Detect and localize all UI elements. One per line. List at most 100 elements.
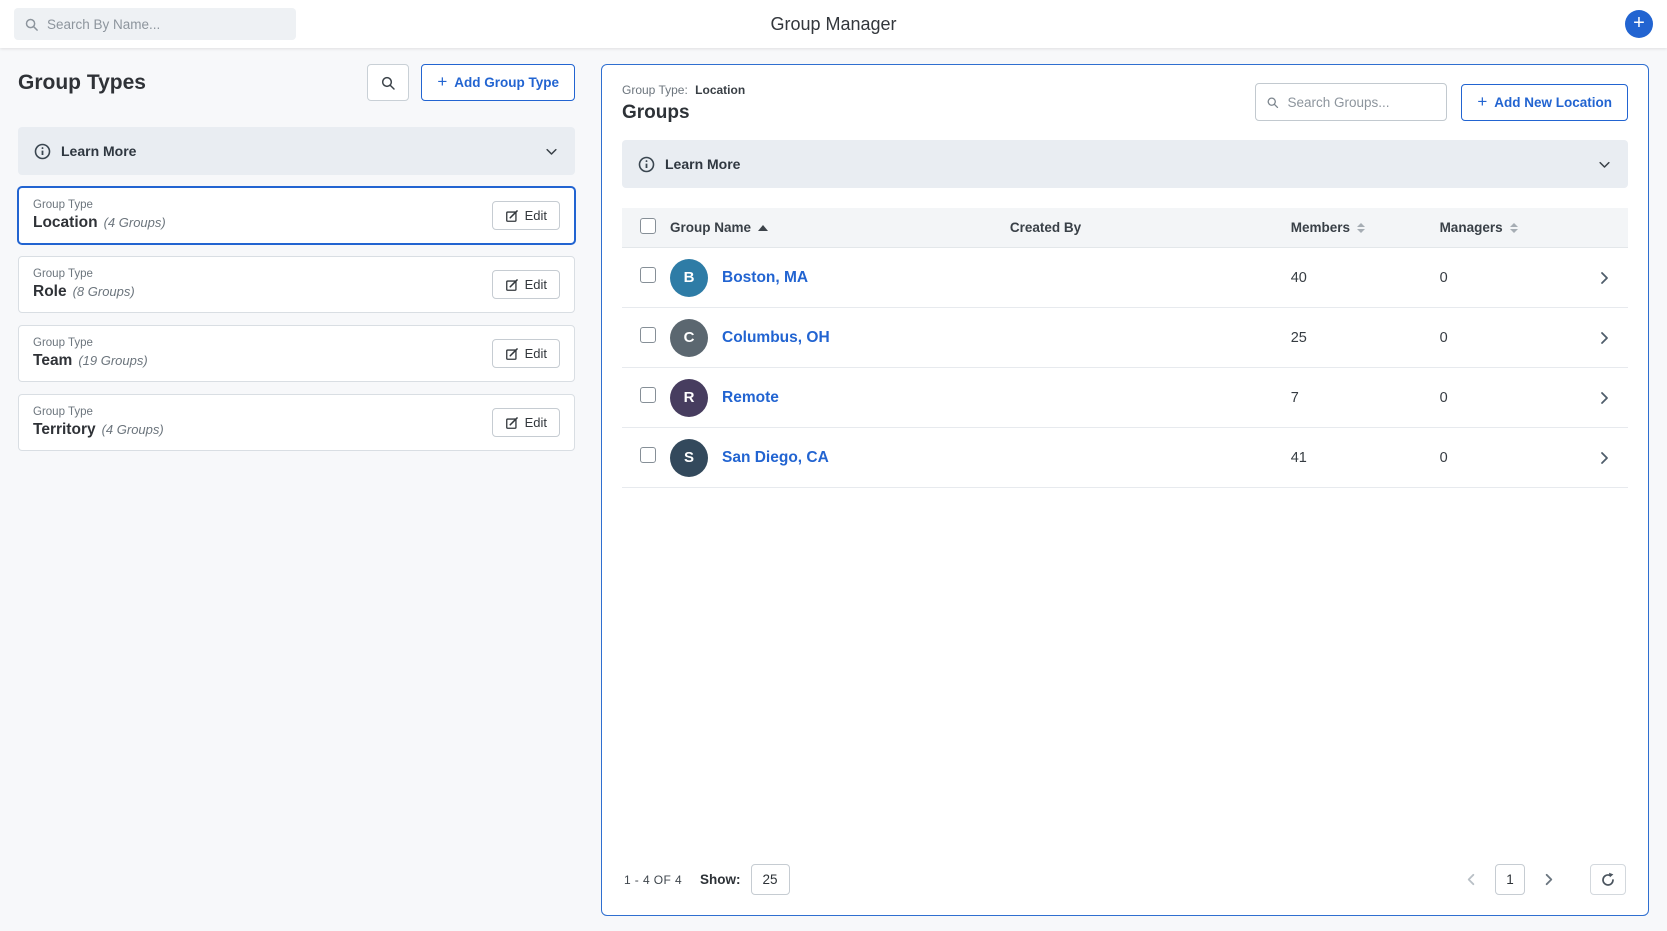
row-chevron-right-icon[interactable]: [1580, 270, 1628, 286]
table-header: Group Name Created By Members Managers: [622, 208, 1628, 248]
table-footer: 1 - 4 OF 4 Show: 25 1: [622, 850, 1628, 897]
top-bar: Group Manager +: [0, 0, 1667, 48]
add-group-type-button[interactable]: + Add Group Type: [421, 64, 575, 101]
sort-icon: [1357, 223, 1365, 233]
groups-title: Groups: [622, 102, 745, 124]
add-group-type-label: Add Group Type: [454, 75, 559, 90]
prev-page-button[interactable]: [1460, 868, 1483, 891]
edit-pencil-icon: [505, 347, 519, 361]
search-icon: [380, 75, 396, 91]
avatar: C: [670, 319, 708, 357]
edit-pencil-icon: [505, 416, 519, 430]
global-search-input[interactable]: [47, 17, 286, 32]
group-type-name: Role: [33, 283, 67, 301]
edit-button[interactable]: Edit: [492, 408, 560, 437]
current-page-button[interactable]: 1: [1495, 864, 1525, 895]
group-type-breadcrumb-value: Location: [695, 83, 745, 97]
plus-icon: +: [437, 73, 447, 90]
row-chevron-right-icon[interactable]: [1580, 450, 1628, 466]
group-type-card-role[interactable]: Group Type Role (8 Groups) Edit: [18, 256, 575, 313]
group-type-count: (8 Groups): [73, 284, 135, 299]
chevron-left-icon: [1464, 872, 1479, 887]
group-type-name: Location: [33, 214, 98, 232]
group-name-link[interactable]: Columbus, OH: [722, 329, 830, 347]
managers-cell: 0: [1440, 270, 1580, 286]
group-type-count: (4 Groups): [104, 215, 166, 230]
learn-more-accordion[interactable]: Learn More: [18, 127, 575, 175]
group-name-link[interactable]: Boston, MA: [722, 269, 808, 287]
avatar: B: [670, 259, 708, 297]
search-icon: [24, 17, 39, 32]
groups-search-input[interactable]: [1287, 95, 1436, 110]
group-type-count: (19 Groups): [78, 353, 147, 368]
column-header-group-name[interactable]: Group Name: [670, 220, 1010, 235]
edit-label: Edit: [525, 277, 547, 292]
row-checkbox[interactable]: [640, 267, 656, 283]
app-title: Group Manager: [770, 14, 896, 35]
row-chevron-right-icon[interactable]: [1580, 390, 1628, 406]
members-cell: 25: [1291, 330, 1440, 346]
show-label: Show:: [700, 872, 741, 887]
refresh-button[interactable]: [1590, 864, 1626, 895]
row-chevron-right-icon[interactable]: [1580, 330, 1628, 346]
group-types-search-button[interactable]: [367, 64, 409, 101]
column-header-created-by[interactable]: Created By: [1010, 220, 1291, 235]
group-types-title: Group Types: [18, 71, 146, 95]
group-type-name: Team: [33, 352, 72, 370]
table-row: B Boston, MA 40 0: [622, 248, 1628, 308]
search-icon: [1266, 95, 1279, 110]
select-all-checkbox[interactable]: [640, 218, 656, 234]
members-cell: 40: [1291, 270, 1440, 286]
edit-label: Edit: [525, 346, 547, 361]
edit-button[interactable]: Edit: [492, 201, 560, 230]
group-name-link[interactable]: San Diego, CA: [722, 449, 829, 467]
chevron-down-icon: [544, 144, 559, 159]
group-type-card-team[interactable]: Group Type Team (19 Groups) Edit: [18, 325, 575, 382]
edit-button[interactable]: Edit: [492, 270, 560, 299]
group-type-card-territory[interactable]: Group Type Territory (4 Groups) Edit: [18, 394, 575, 451]
learn-more-label: Learn More: [665, 156, 740, 172]
next-page-button[interactable]: [1537, 868, 1560, 891]
page-size-selector[interactable]: 25: [751, 864, 790, 895]
table-row: C Columbus, OH 25 0: [622, 308, 1628, 368]
info-icon: [638, 156, 655, 173]
group-type-name: Territory: [33, 421, 96, 439]
table-row: R Remote 7 0: [622, 368, 1628, 428]
row-checkbox[interactable]: [640, 387, 656, 403]
sort-icon: [1510, 223, 1518, 233]
add-new-location-label: Add New Location: [1494, 95, 1612, 110]
group-types-panel: Group Types + Add Group Type Learn More …: [18, 64, 575, 451]
column-header-members[interactable]: Members: [1291, 220, 1440, 235]
edit-label: Edit: [525, 208, 547, 223]
group-type-card-location[interactable]: Group Type Location (4 Groups) Edit: [18, 187, 575, 244]
sort-asc-icon: [758, 225, 768, 231]
managers-cell: 0: [1440, 390, 1580, 406]
add-new-location-button[interactable]: + Add New Location: [1461, 84, 1628, 121]
edit-pencil-icon: [505, 278, 519, 292]
row-checkbox[interactable]: [640, 327, 656, 343]
global-search[interactable]: [14, 8, 296, 40]
group-type-label: Group Type: [33, 199, 166, 211]
group-type-label: Group Type: [33, 406, 164, 418]
results-range: 1 - 4 OF 4: [624, 873, 682, 887]
avatar: S: [670, 439, 708, 477]
group-name-link[interactable]: Remote: [722, 389, 779, 407]
members-cell: 7: [1291, 390, 1440, 406]
info-icon: [34, 143, 51, 160]
plus-icon: +: [1477, 93, 1487, 110]
managers-cell: 0: [1440, 450, 1580, 466]
group-type-label: Group Type: [33, 268, 135, 280]
groups-search[interactable]: [1255, 83, 1447, 121]
main-content: Group Types + Add Group Type Learn More …: [0, 48, 1667, 931]
chevron-down-icon: [1597, 157, 1612, 172]
group-type-breadcrumb-label: Group Type:: [622, 83, 688, 97]
chevron-right-icon: [1541, 872, 1556, 887]
learn-more-accordion[interactable]: Learn More: [622, 140, 1628, 188]
column-header-managers[interactable]: Managers: [1440, 220, 1580, 235]
group-type-count: (4 Groups): [102, 422, 164, 437]
row-checkbox[interactable]: [640, 447, 656, 463]
global-add-button[interactable]: +: [1625, 10, 1653, 38]
members-cell: 41: [1291, 450, 1440, 466]
refresh-icon: [1600, 872, 1616, 888]
edit-button[interactable]: Edit: [492, 339, 560, 368]
